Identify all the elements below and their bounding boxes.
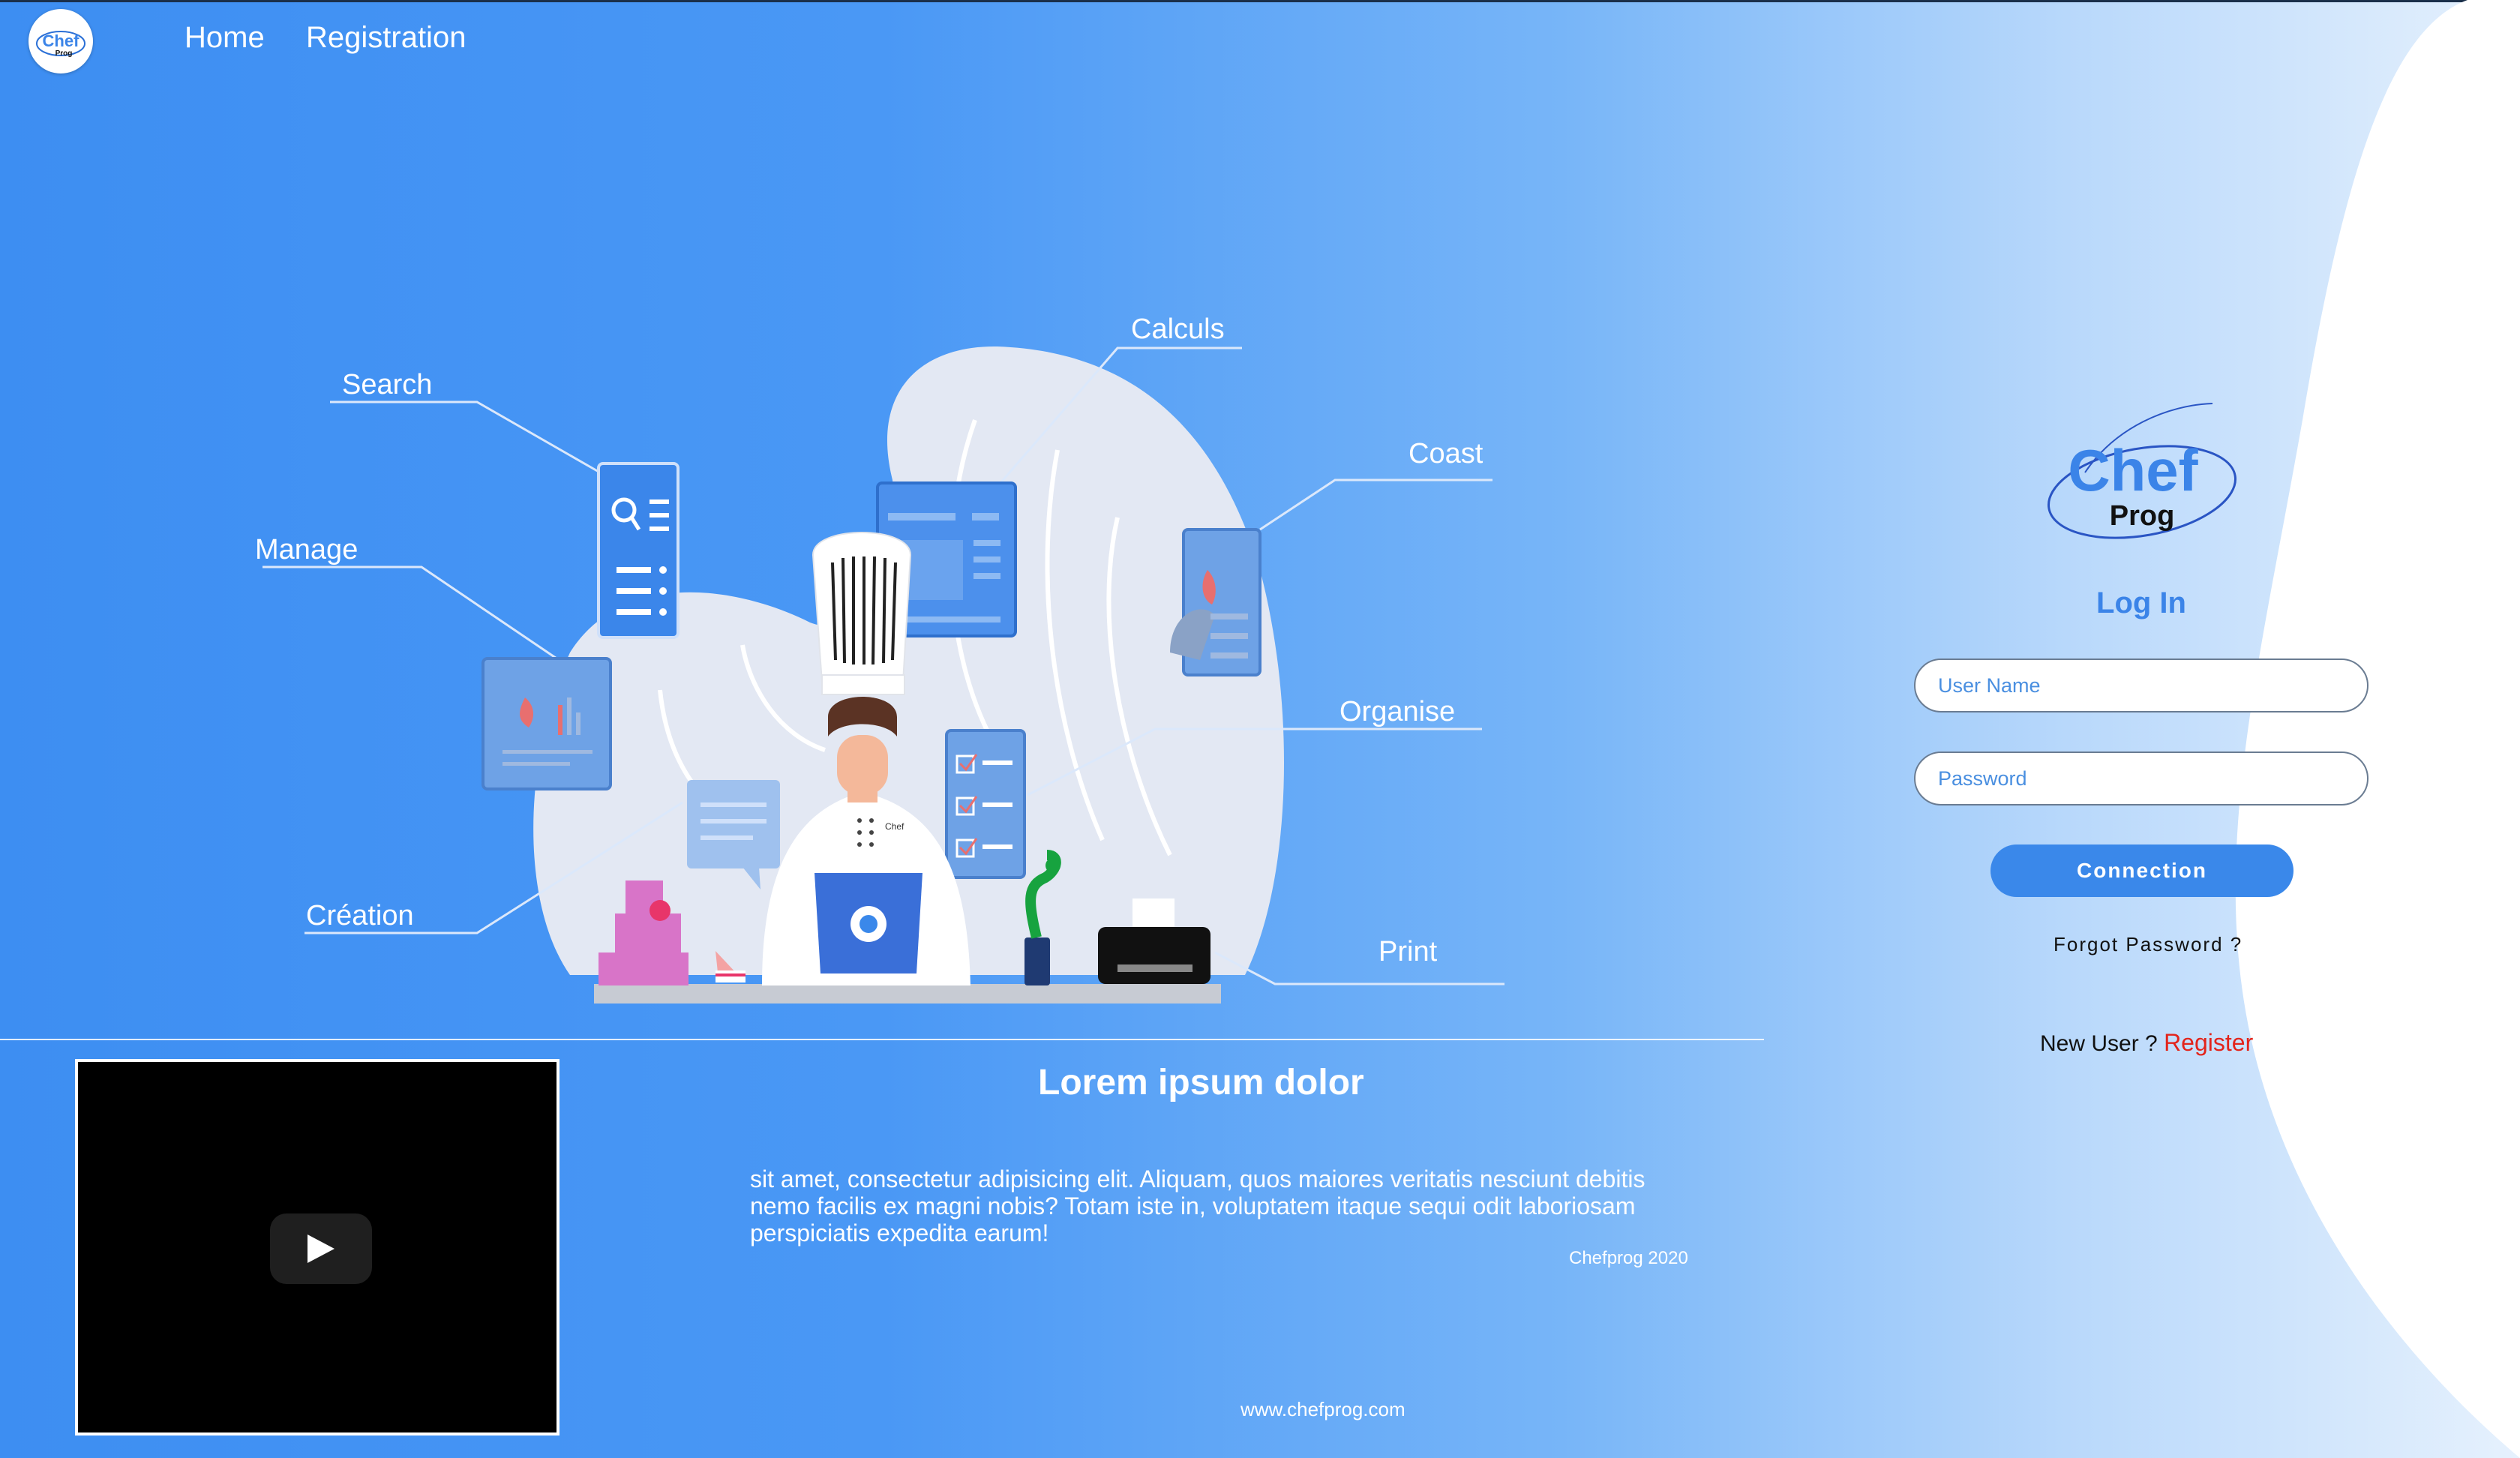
password-placeholder: Password (1938, 767, 2027, 790)
username-field[interactable]: User Name (1914, 658, 2368, 712)
username-placeholder: User Name (1938, 674, 2041, 697)
label-calculs: Calculs (1131, 314, 1225, 345)
article-title: Lorem ipsum dolor (1038, 1063, 1364, 1102)
logo-text-top: Chef (43, 32, 80, 50)
brand-logo-top: Chef (2068, 437, 2198, 503)
chef-badge: Chef (885, 821, 904, 832)
register-link[interactable]: Register (2164, 1029, 2253, 1056)
coast-card (1170, 528, 1262, 676)
manage-card (482, 657, 612, 790)
new-user-row: New User ? Register (2040, 1029, 2253, 1057)
label-coast: Coast (1408, 438, 1484, 470)
play-button[interactable] (270, 1214, 372, 1284)
section-divider (0, 1039, 1764, 1040)
search-card (597, 462, 680, 639)
connection-button[interactable]: Connection (1990, 844, 2294, 897)
login-title: Log In (2096, 586, 2186, 620)
nav-home-link[interactable]: Home (184, 21, 265, 55)
logo-text-bottom: Prog (56, 50, 73, 58)
password-field[interactable]: Password (1914, 752, 2368, 806)
new-user-prefix: New User ? (2040, 1031, 2158, 1056)
chefprog-brand-logo: Chef Prog (2048, 403, 2236, 539)
play-icon (308, 1234, 334, 1263)
brand-logo-bottom: Prog (2110, 500, 2175, 532)
label-search: Search (342, 369, 433, 400)
forgot-password-link[interactable]: Forgot Password ? (2054, 933, 2242, 956)
video-player[interactable] (75, 1059, 560, 1436)
label-organise: Organise (1340, 696, 1456, 728)
label-print: Print (1378, 936, 1438, 968)
chef-illustration: Chef (262, 346, 1504, 1004)
label-manage: Manage (255, 534, 358, 566)
label-creation: Création (306, 900, 414, 932)
footer-url[interactable]: www.chefprog.com (1240, 1398, 1406, 1421)
organise-card (945, 729, 1026, 879)
article-body: sit amet, consectetur adipisicing elit. … (750, 1166, 1646, 1246)
article-credit: Chefprog 2020 (1569, 1248, 1688, 1268)
header-logo[interactable]: Chef Prog (28, 9, 93, 74)
chefprog-logo-icon: Chef Prog (36, 31, 86, 58)
nav-registration-link[interactable]: Registration (306, 21, 466, 55)
